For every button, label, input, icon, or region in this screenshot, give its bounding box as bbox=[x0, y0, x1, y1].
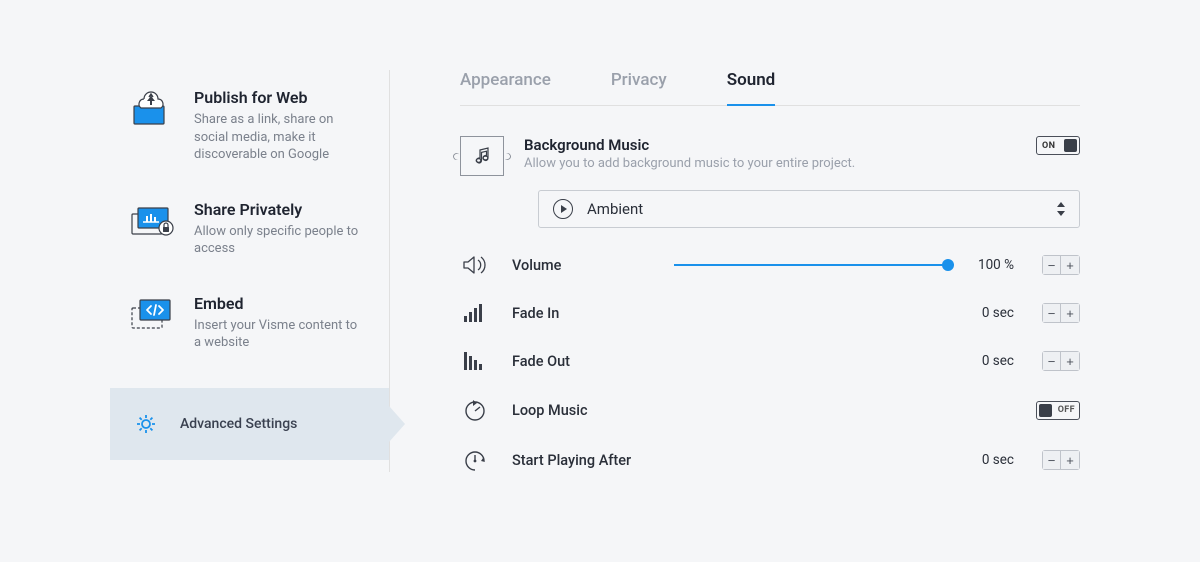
loop-music-label: Loop Music bbox=[512, 402, 652, 419]
fade-out-plus-button[interactable]: + bbox=[1061, 352, 1079, 370]
fade-in-plus-button[interactable]: + bbox=[1061, 304, 1079, 322]
music-track-select[interactable]: Ambient bbox=[538, 190, 1080, 228]
fade-in-stepper[interactable]: − + bbox=[1042, 303, 1080, 323]
tab-sound[interactable]: Sound bbox=[727, 70, 776, 106]
fade-out-icon bbox=[460, 350, 490, 372]
start-after-plus-button[interactable]: + bbox=[1061, 451, 1079, 469]
sidebar-item-advanced-settings[interactable]: Advanced Settings bbox=[110, 388, 389, 460]
sidebar-item-embed[interactable]: Embed Insert your Visme content to a web… bbox=[110, 276, 389, 370]
sidebar-item-title: Advanced Settings bbox=[180, 416, 369, 432]
fade-in-label: Fade In bbox=[512, 305, 652, 322]
fade-in-minus-button[interactable]: − bbox=[1043, 304, 1061, 322]
section-subtitle: Allow you to add background music to you… bbox=[524, 156, 1016, 171]
fade-in-icon bbox=[460, 302, 490, 324]
sidebar-item-share-privately[interactable]: Share Privately Allow only specific peop… bbox=[110, 182, 389, 276]
selected-track: Ambient bbox=[587, 200, 643, 218]
sidebar-item-desc: Insert your Visme content to a website bbox=[194, 317, 364, 352]
sidebar-item-publish-for-web[interactable]: Publish for Web Share as a link, share o… bbox=[110, 70, 389, 182]
gear-icon bbox=[130, 404, 162, 444]
sidebar-item-desc: Share as a link, share on social media, … bbox=[194, 111, 364, 164]
volume-icon bbox=[460, 254, 490, 276]
timer-delay-icon bbox=[460, 448, 490, 472]
embed-code-icon bbox=[130, 294, 176, 334]
volume-value: 100 % bbox=[978, 257, 1014, 273]
fade-out-label: Fade Out bbox=[512, 353, 652, 370]
start-after-label: Start Playing After bbox=[512, 452, 652, 469]
volume-plus-button[interactable]: + bbox=[1061, 256, 1079, 274]
tab-appearance[interactable]: Appearance bbox=[460, 70, 551, 106]
fade-in-value: 0 sec bbox=[982, 305, 1014, 321]
sidebar: Publish for Web Share as a link, share o… bbox=[110, 70, 390, 472]
share-lock-icon bbox=[130, 200, 176, 240]
start-after-value: 0 sec bbox=[982, 452, 1014, 468]
cloud-upload-icon bbox=[130, 88, 176, 128]
volume-slider[interactable] bbox=[674, 264, 948, 266]
sidebar-item-title: Share Privately bbox=[194, 200, 369, 219]
background-music-toggle[interactable]: ON bbox=[1036, 136, 1080, 155]
start-after-minus-button[interactable]: − bbox=[1043, 451, 1061, 469]
loop-icon bbox=[460, 398, 490, 422]
volume-label: Volume bbox=[512, 257, 652, 274]
sidebar-item-title: Embed bbox=[194, 294, 369, 313]
sidebar-item-desc: Allow only specific people to access bbox=[194, 223, 364, 258]
dropdown-caret-icon bbox=[1057, 202, 1065, 216]
slider-thumb[interactable] bbox=[942, 259, 954, 271]
section-title: Background Music bbox=[524, 136, 1016, 154]
loop-music-toggle[interactable]: OFF bbox=[1036, 401, 1080, 420]
volume-stepper[interactable]: − + bbox=[1042, 255, 1080, 275]
tab-privacy[interactable]: Privacy bbox=[611, 70, 667, 106]
music-note-icon bbox=[460, 136, 504, 176]
fade-out-value: 0 sec bbox=[982, 353, 1014, 369]
sound-section: Background Music Allow you to add backgr… bbox=[460, 106, 1080, 472]
main-panel: Appearance Privacy Sound Background Musi… bbox=[390, 70, 1080, 472]
fade-out-minus-button[interactable]: − bbox=[1043, 352, 1061, 370]
volume-minus-button[interactable]: − bbox=[1043, 256, 1061, 274]
fade-out-stepper[interactable]: − + bbox=[1042, 351, 1080, 371]
play-icon[interactable] bbox=[553, 199, 573, 219]
tabs-bar: Appearance Privacy Sound bbox=[460, 70, 1080, 106]
start-after-stepper[interactable]: − + bbox=[1042, 450, 1080, 470]
sidebar-item-title: Publish for Web bbox=[194, 88, 369, 107]
